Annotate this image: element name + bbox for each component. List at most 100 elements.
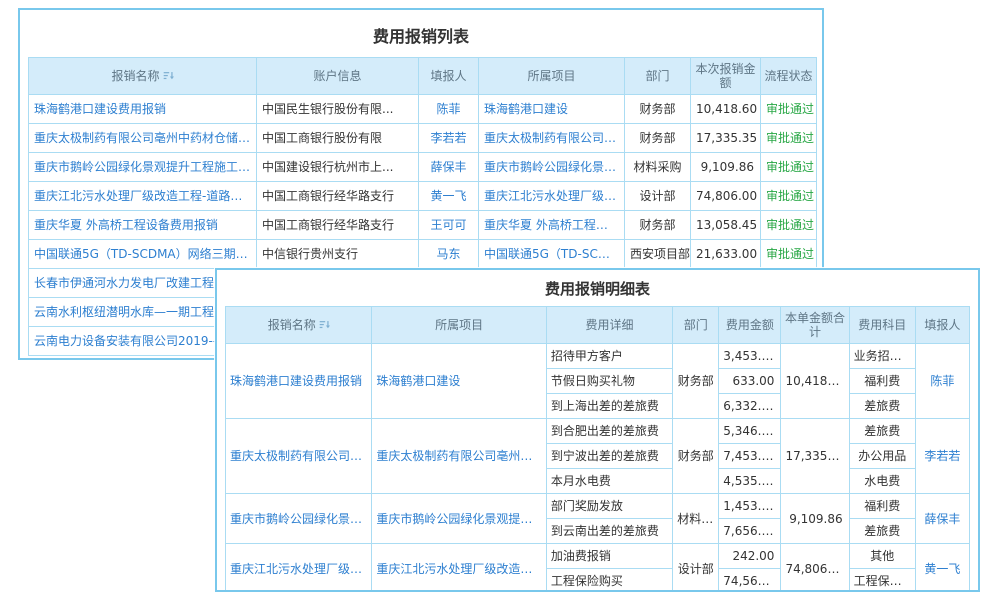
expense-detail-cell: 加油费报销 [546,544,672,569]
status-cell: 审批通过 [761,211,817,240]
expense-category-cell: 其他 [849,544,915,569]
status-cell: 审批通过 [761,240,817,269]
dept-cell: 西安项目部 [625,240,691,269]
list-row: 珠海鹤港口建设费用报销中国民生银行股份有限...陈菲珠海鹤港口建设财务部10,4… [29,95,817,124]
project-link[interactable]: 重庆市鹅岭公园绿化景观提升工程施工 [372,494,546,544]
expense-amount-cell: 1,453.00 [719,494,781,519]
total-amount-cell: 9,109.86 [781,494,849,544]
list-row: 重庆江北污水处理厂级改造工程-道路修复工程费用...中国工商银行经华路支行黄一飞… [29,182,817,211]
list-col-filler: 填报人 [419,58,479,95]
list-row: 重庆太极制药有限公司亳州中药材仓储物流基地项...中国工商银行股份有限李若若重庆… [29,124,817,153]
detail-col-label-amount: 费用金额 [726,318,774,332]
project-link[interactable]: 中国联通5G（TD-SCDMA）网... [479,240,625,269]
expense-detail-cell: 招待甲方客户 [546,344,672,369]
reimburse-name-link[interactable]: 珠海鹤港口建设费用报销 [226,344,372,419]
sort-icon[interactable] [163,70,174,81]
list-col-name: 报销名称 [29,58,257,95]
reimburse-name-link[interactable]: 中国联通5G（TD-SCDMA）网络三期四川工程费... [29,240,257,269]
expense-category-cell: 差旅费 [849,419,915,444]
list-col-label-status: 流程状态 [764,69,812,83]
status-cell: 审批通过 [761,124,817,153]
detail-col-total: 本单金额合计 [781,307,849,344]
account-info-cell: 中国工商银行经华路支行 [257,211,419,240]
filler-link[interactable]: 陈菲 [419,95,479,124]
filler-link[interactable]: 薛保丰 [419,153,479,182]
account-info-cell: 中国民生银行股份有限... [257,95,419,124]
reimburse-name-link[interactable]: 重庆太极制药有限公司亳州中药材仓储物流基地项... [29,124,257,153]
detail-col-detail: 费用详细 [546,307,672,344]
dept-cell: 设计部 [625,182,691,211]
reimburse-name-link[interactable]: 重庆华夏 外高桥工程设备费用报销 [29,211,257,240]
list-col-status: 流程状态 [761,58,817,95]
list-col-label-filler: 填报人 [430,69,466,83]
list-col-label-dept: 部门 [645,69,669,83]
filler-link[interactable]: 黄一飞 [419,182,479,211]
reimburse-name-link[interactable]: 重庆太极制药有限公司亳州中药 [226,419,372,494]
expense-list-title: 费用报销列表 [20,10,822,57]
filler-link[interactable]: 李若若 [419,124,479,153]
expense-amount-cell: 242.00 [719,544,781,569]
status-cell: 审批通过 [761,182,817,211]
dept-cell: 财务部 [625,95,691,124]
account-info-cell: 中国建设银行杭州市上... [257,153,419,182]
reimburse-name-link[interactable]: 重庆市鹅岭公园绿化景观提升工程施工费用报销 [29,153,257,182]
dept-cell: 财务部 [673,344,719,419]
project-link[interactable]: 重庆市鹅岭公园绿化景观提升... [479,153,625,182]
reimburse-name-link[interactable]: 重庆江北污水处理厂级改造工程-道路修复工程费用... [29,182,257,211]
expense-category-cell: 差旅费 [849,394,915,419]
project-link[interactable]: 重庆江北污水处理厂级改造工... [479,182,625,211]
expense-detail-cell: 部门奖励发放 [546,494,672,519]
detail-col-name: 报销名称 [226,307,372,344]
total-amount-cell: 17,335.35 [781,419,849,494]
list-col-label-name: 报销名称 [111,69,159,83]
filler-link[interactable]: 王可可 [419,211,479,240]
expense-amount-cell: 4,535.65 [719,469,781,494]
expense-detail-cell: 到宁波出差的差旅费 [546,444,672,469]
total-amount-cell: 10,418.60 [781,344,849,419]
detail-col-label-category: 费用科目 [858,318,906,332]
reimburse-name-link[interactable]: 重庆江北污水处理厂级改造工程- [226,544,372,593]
detail-row: 珠海鹤港口建设费用报销珠海鹤港口建设招待甲方客户财务部3,453.6010,41… [226,344,970,369]
detail-col-label-filler: 填报人 [924,318,960,332]
reimburse-name-link[interactable]: 珠海鹤港口建设费用报销 [29,95,257,124]
detail-col-dept: 部门 [673,307,719,344]
filler-link[interactable]: 马东 [419,240,479,269]
detail-row: 重庆江北污水处理厂级改造工程-重庆江北污水处理厂级改造工程-道路修复工加油费报销… [226,544,970,569]
detail-row: 重庆太极制药有限公司亳州中药重庆太极制药有限公司亳州中药材仓储物流到合肥出差的差… [226,419,970,444]
expense-category-cell: 差旅费 [849,519,915,544]
dept-cell: 财务部 [673,419,719,494]
expense-detail-cell: 工程保险购买 [546,569,672,593]
detail-col-label-name: 报销名称 [268,318,316,332]
list-col-dept: 部门 [625,58,691,95]
list-col-label-project: 所属项目 [527,69,575,83]
list-col-account: 账户信息 [257,58,419,95]
expense-detail-cell: 本月水电费 [546,469,672,494]
expense-amount-cell: 7,656.86 [719,519,781,544]
filler-link[interactable]: 陈菲 [915,344,969,419]
project-link[interactable]: 重庆华夏 外高桥工程设备 [479,211,625,240]
filler-link[interactable]: 黄一飞 [915,544,969,593]
detail-row: 重庆市鹅岭公园绿化景观提升工程重庆市鹅岭公园绿化景观提升工程施工部门奖励发放材料… [226,494,970,519]
list-col-label-account: 账户信息 [313,69,361,83]
dept-cell: 财务部 [625,211,691,240]
project-link[interactable]: 重庆江北污水处理厂级改造工程-道路修复工 [372,544,546,593]
amount-cell: 13,058.45 [691,211,761,240]
project-link[interactable]: 珠海鹤港口建设 [372,344,546,419]
expense-category-cell: 福利费 [849,494,915,519]
expense-amount-cell: 3,453.60 [719,344,781,369]
project-link[interactable]: 珠海鹤港口建设 [479,95,625,124]
filler-link[interactable]: 李若若 [915,419,969,494]
reimburse-name-link[interactable]: 重庆市鹅岭公园绿化景观提升工程 [226,494,372,544]
expense-category-cell: 水电费 [849,469,915,494]
status-cell: 审批通过 [761,153,817,182]
account-info-cell: 中国工商银行股份有限 [257,124,419,153]
amount-cell: 74,806.00 [691,182,761,211]
detail-col-project: 所属项目 [372,307,546,344]
expense-detail-panel: 费用报销明细表 报销名称所属项目费用详细部门费用金额本单金额合计费用科目填报人 … [215,268,980,592]
filler-link[interactable]: 薛保丰 [915,494,969,544]
sort-icon[interactable] [319,319,330,330]
list-row: 重庆华夏 外高桥工程设备费用报销中国工商银行经华路支行王可可重庆华夏 外高桥工程… [29,211,817,240]
total-amount-cell: 74,806.00 [781,544,849,593]
project-link[interactable]: 重庆太极制药有限公司亳州中... [479,124,625,153]
project-link[interactable]: 重庆太极制药有限公司亳州中药材仓储物流 [372,419,546,494]
